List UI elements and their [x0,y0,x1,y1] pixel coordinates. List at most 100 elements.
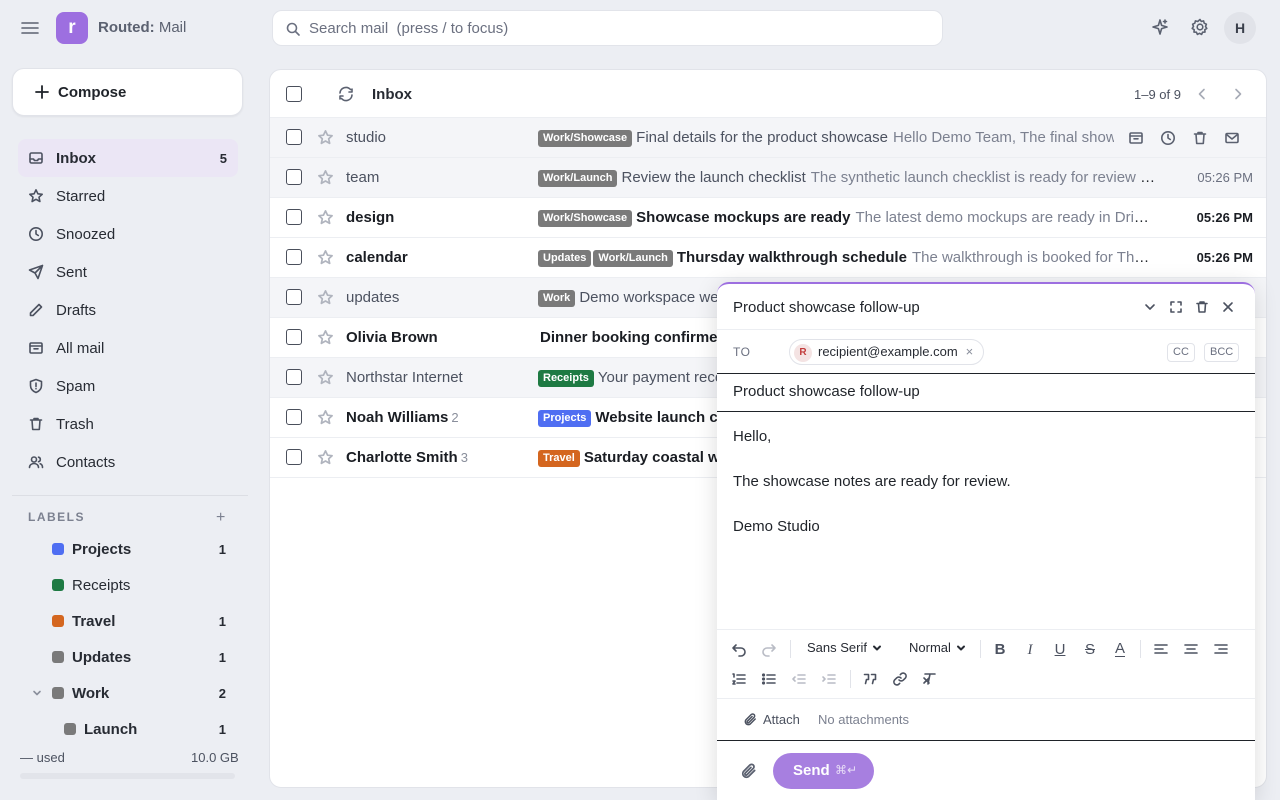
send-button[interactable]: Send ⌘↵ [773,753,874,789]
recipient-chip[interactable]: R recipient@example.com × [789,339,985,365]
search-icon [286,22,300,36]
menu-icon[interactable] [19,17,41,39]
bold-button[interactable]: B [992,642,1008,658]
sidebar-item-drafts[interactable]: Drafts [18,291,238,329]
archive-icon[interactable] [1128,130,1144,146]
indent-icon[interactable] [821,671,837,687]
thread-count: 2 [451,410,459,425]
fullscreen-icon[interactable] [1169,300,1183,314]
message-sender: design [346,209,395,226]
cc-button[interactable]: CC [1167,343,1195,362]
star-icon[interactable] [317,369,334,386]
chevron-right-icon[interactable] [1230,86,1246,102]
search-bar[interactable] [272,10,943,46]
subject-field[interactable] [717,374,1255,412]
chevron-left-icon[interactable] [1194,86,1210,102]
italic-button[interactable]: I [1022,642,1038,658]
star-icon[interactable] [317,249,334,266]
bcc-button[interactable]: BCC [1204,343,1240,362]
sidebar-item-inbox[interactable]: Inbox 5 [18,139,238,177]
redo-icon[interactable] [761,641,777,657]
subject-input[interactable] [733,383,1233,400]
message-sender: updates [346,289,400,306]
star-icon[interactable] [317,169,334,186]
strikethrough-button[interactable]: S [1082,642,1098,658]
numbered-list-icon[interactable] [731,671,747,687]
undo-icon[interactable] [731,641,747,657]
message-body-editor[interactable]: Hello, The showcase notes are ready for … [733,426,1239,539]
align-center-icon[interactable] [1183,641,1199,657]
label-item-receipts[interactable]: Receipts [40,568,238,602]
label-item-updates[interactable]: Updates 1 [40,640,238,674]
avatar[interactable]: H [1224,12,1256,44]
quote-icon[interactable] [862,671,878,687]
compose-button[interactable]: Compose [12,68,243,116]
sidebar-item-sent[interactable]: Sent [18,253,238,291]
outdent-icon[interactable] [791,671,807,687]
underline-button[interactable]: U [1052,642,1068,658]
sidebar-item-trash[interactable]: Trash [18,405,238,443]
font-family-select[interactable]: Sans Serif [807,640,882,655]
text-color-button[interactable]: A [1112,641,1128,657]
star-icon[interactable] [317,289,334,306]
row-checkbox[interactable] [286,289,302,305]
label-name: Updates [72,649,132,666]
star-icon[interactable] [317,129,334,146]
add-label-button[interactable]: + [216,509,225,527]
row-checkbox[interactable] [286,209,302,225]
trash-icon[interactable] [1192,130,1208,146]
search-input[interactable] [309,11,909,45]
body-line [733,494,1239,517]
star-icon[interactable] [317,409,334,426]
chevron-down-icon[interactable] [32,688,42,698]
sidebar-item-spam[interactable]: Spam [18,367,238,405]
label-item-launch[interactable]: Launch 1 [52,712,238,746]
label-item-work[interactable]: Work 2 [33,676,238,710]
minimize-icon[interactable] [1143,300,1157,314]
row-checkbox[interactable] [286,129,302,145]
label-item-projects[interactable]: Projects 1 [40,532,238,566]
star-icon[interactable] [317,209,334,226]
clear-formatting-icon[interactable] [922,671,938,687]
star-icon[interactable] [317,449,334,466]
sidebar-item-contacts[interactable]: Contacts [18,443,238,481]
row-checkbox[interactable] [286,409,302,425]
select-all-checkbox[interactable] [286,86,302,102]
remove-recipient-icon[interactable]: × [966,344,974,359]
close-icon[interactable] [1221,300,1235,314]
row-checkbox[interactable] [286,369,302,385]
message-row[interactable]: team Work/Launch Review the launch checkli… [270,158,1266,198]
label-tag: Projects [538,410,592,427]
attach-button[interactable]: Attach [743,712,800,727]
refresh-icon[interactable] [337,85,355,103]
label-color-swatch [52,687,64,699]
sidebar-item-starred[interactable]: Starred [18,177,238,215]
snooze-clock-icon[interactable] [1160,130,1176,146]
sparkle-icon[interactable] [1150,17,1170,37]
sidebar-item-all-mail[interactable]: All mail [18,329,238,367]
storage-total: 10.0 GB [191,750,239,765]
row-checkbox[interactable] [286,249,302,265]
font-size-select[interactable]: Normal [909,640,966,655]
formatting-toolbar: Sans Serif Normal B I U S A [717,629,1255,699]
label-item-travel[interactable]: Travel 1 [40,604,238,638]
gear-icon[interactable] [1190,17,1210,37]
unread-count: 5 [219,151,227,166]
row-checkbox[interactable] [286,329,302,345]
sidebar-item-snoozed[interactable]: Snoozed [18,215,238,253]
align-right-icon[interactable] [1213,641,1229,657]
mark-read-icon[interactable] [1224,130,1240,146]
message-snippet: The synthetic launch checklist is ready … [810,169,1156,186]
message-row[interactable]: design Work/Showcase Showcase mockups are … [270,198,1266,238]
discard-draft-icon[interactable] [1195,300,1209,314]
message-row[interactable]: studio Work/Showcase Final details for the… [270,118,1266,158]
link-icon[interactable] [892,671,908,687]
star-icon[interactable] [317,329,334,346]
paperclip-icon[interactable] [740,762,758,780]
row-checkbox[interactable] [286,169,302,185]
message-row[interactable]: calendar Updates Work/Launch Thursday walkt… [270,238,1266,278]
bulleted-list-icon[interactable] [761,671,777,687]
to-field[interactable]: TO R recipient@example.com × CC BCC [717,330,1255,374]
align-left-icon[interactable] [1153,641,1169,657]
row-checkbox[interactable] [286,449,302,465]
